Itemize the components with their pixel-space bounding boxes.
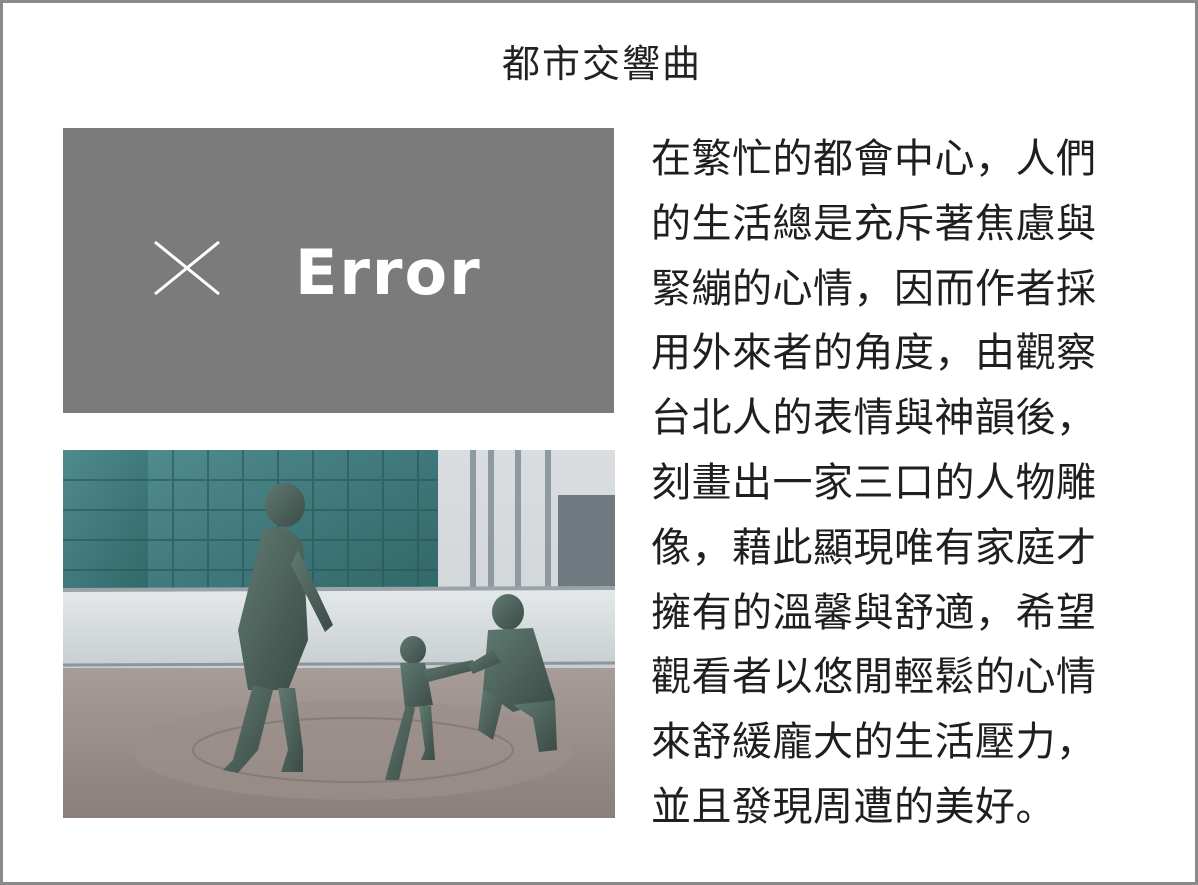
description-text: 在繁忙的都會中心，人們的生活總是充斥著焦慮與緊繃的心情，因而作者採用外來者的角度… [651,136,1097,830]
close-icon [154,240,220,296]
sculpture-photo [63,450,615,818]
page-frame: 都市交響曲 Error 在繁忙的都會中心，人們的生活總是充斥著焦慮與緊繃的心情，… [0,0,1198,885]
page-title: 都市交響曲 [501,42,702,86]
error-label: Error [295,236,482,309]
